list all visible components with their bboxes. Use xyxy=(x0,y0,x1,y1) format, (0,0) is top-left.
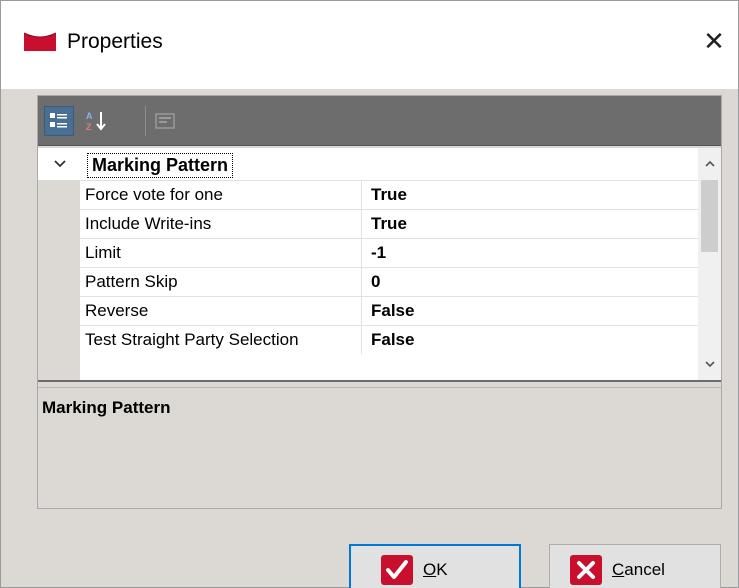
property-row[interactable]: Limit -1 xyxy=(80,238,698,267)
chevron-up-icon xyxy=(704,160,715,167)
scroll-up-button[interactable] xyxy=(698,152,721,176)
property-value[interactable]: False xyxy=(371,326,414,354)
property-value[interactable]: True xyxy=(371,181,407,209)
chevron-down-icon[interactable] xyxy=(52,156,68,172)
property-name: Reverse xyxy=(80,297,362,325)
property-value[interactable]: -1 xyxy=(371,239,386,267)
close-icon: ✕ xyxy=(703,25,725,56)
scroll-down-button[interactable] xyxy=(698,352,721,376)
property-name: Test Straight Party Selection xyxy=(80,326,362,354)
property-name: Limit xyxy=(80,239,362,267)
categorized-button[interactable] xyxy=(44,106,74,136)
grid-left-gutter xyxy=(38,180,80,380)
property-grid-toolbar: A Z xyxy=(38,96,721,146)
description-title: Marking Pattern xyxy=(42,398,171,417)
property-row[interactable]: Pattern Skip 0 xyxy=(80,267,698,296)
property-value[interactable]: False xyxy=(371,297,414,325)
svg-text:Z: Z xyxy=(86,122,92,132)
property-list: Marking Pattern Force vote for one True … xyxy=(38,148,721,380)
property-row[interactable]: Test Straight Party Selection False xyxy=(80,325,698,354)
vertical-scrollbar[interactable] xyxy=(698,148,721,380)
toolbar-separator xyxy=(145,106,146,136)
description-pane: Marking Pattern xyxy=(38,387,721,508)
window-title: Properties xyxy=(67,30,163,53)
properties-dialog: Properties ✕ A Z Marking Pattern Force v… xyxy=(0,0,739,588)
property-row[interactable]: Include Write-ins True xyxy=(80,209,698,238)
property-grid: A Z Marking Pattern Force vote for one T… xyxy=(37,95,722,509)
category-label: Marking Pattern xyxy=(87,153,234,178)
close-button[interactable]: ✕ xyxy=(697,23,731,59)
alphabetical-button[interactable]: A Z xyxy=(82,106,112,136)
cancel-button[interactable]: Cancel xyxy=(549,544,721,588)
ok-button[interactable]: OK xyxy=(349,544,521,588)
cancel-label: Cancel xyxy=(612,560,665,579)
property-name: Pattern Skip xyxy=(80,268,362,296)
x-cancel-icon xyxy=(570,555,602,585)
svg-text:A: A xyxy=(86,111,93,121)
property-name: Force vote for one xyxy=(80,181,362,209)
description-splitter[interactable] xyxy=(38,380,721,387)
property-row[interactable]: Force vote for one True xyxy=(80,180,698,209)
alphabetical-sort-icon: A Z xyxy=(86,111,106,132)
category-row[interactable]: Marking Pattern xyxy=(38,148,698,180)
property-value[interactable]: True xyxy=(371,210,407,238)
app-logo-icon xyxy=(23,32,57,51)
property-pages-icon xyxy=(155,113,175,129)
checkmark-icon xyxy=(381,555,413,585)
dialog-body: A Z Marking Pattern Force vote for one T… xyxy=(1,89,738,588)
property-row[interactable]: Reverse False xyxy=(80,296,698,325)
property-pages-button[interactable] xyxy=(150,106,180,136)
chevron-down-icon xyxy=(704,361,715,368)
property-value[interactable]: 0 xyxy=(371,268,380,296)
categorized-icon xyxy=(50,113,67,128)
title-bar[interactable]: Properties ✕ xyxy=(1,1,738,89)
property-name: Include Write-ins xyxy=(80,210,362,238)
scrollbar-thumb[interactable] xyxy=(701,180,718,252)
ok-label: OK xyxy=(423,560,448,579)
